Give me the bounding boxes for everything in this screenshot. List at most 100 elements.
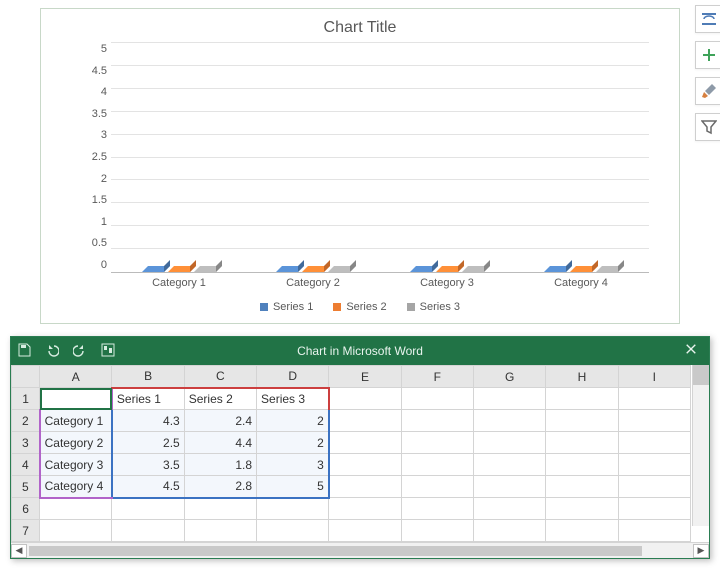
row-header[interactable]: 5 <box>12 476 40 498</box>
vertical-scrollbar[interactable] <box>692 365 709 526</box>
cell[interactable] <box>401 476 473 498</box>
cell[interactable] <box>618 410 690 432</box>
cell[interactable] <box>329 432 401 454</box>
cell[interactable]: 2 <box>257 410 329 432</box>
cell[interactable] <box>329 454 401 476</box>
cell[interactable]: 2.8 <box>184 476 256 498</box>
cell[interactable] <box>329 388 401 410</box>
cell[interactable] <box>40 520 112 542</box>
cell[interactable]: 3.5 <box>112 454 184 476</box>
cell[interactable] <box>401 410 473 432</box>
horizontal-scrollbar[interactable]: ◀ ▶ <box>11 542 709 558</box>
cell[interactable] <box>329 410 401 432</box>
legend-item[interactable]: Series 2 <box>333 301 386 313</box>
cell[interactable] <box>546 388 618 410</box>
column-header[interactable]: H <box>546 366 618 388</box>
cell[interactable]: Category 3 <box>40 454 112 476</box>
cell[interactable]: Series 3 <box>257 388 329 410</box>
chart-styles-button[interactable] <box>695 77 720 105</box>
cell[interactable] <box>546 498 618 520</box>
cell[interactable] <box>329 498 401 520</box>
undo-icon[interactable] <box>45 343 59 360</box>
cell[interactable] <box>40 498 112 520</box>
cell[interactable] <box>473 476 545 498</box>
cell[interactable] <box>546 454 618 476</box>
cell[interactable] <box>401 520 473 542</box>
close-button[interactable] <box>679 342 703 360</box>
cell[interactable] <box>618 388 690 410</box>
column-header[interactable]: I <box>618 366 690 388</box>
column-header[interactable]: F <box>401 366 473 388</box>
cell[interactable] <box>546 432 618 454</box>
cell[interactable] <box>618 432 690 454</box>
cell[interactable] <box>184 520 256 542</box>
cell[interactable] <box>618 498 690 520</box>
column-header[interactable]: B <box>112 366 184 388</box>
cell[interactable] <box>329 476 401 498</box>
chart-elements-button[interactable] <box>695 41 720 69</box>
cell[interactable]: 1.8 <box>184 454 256 476</box>
cell[interactable]: 4.4 <box>184 432 256 454</box>
legend-item[interactable]: Series 1 <box>260 301 313 313</box>
row-header[interactable]: 4 <box>12 454 40 476</box>
cell[interactable]: 2.4 <box>184 410 256 432</box>
cell[interactable] <box>329 520 401 542</box>
cell[interactable] <box>618 454 690 476</box>
column-header[interactable]: A <box>40 366 112 388</box>
column-header[interactable]: C <box>184 366 256 388</box>
legend-item[interactable]: Series 3 <box>407 301 460 313</box>
cell[interactable] <box>257 520 329 542</box>
cell[interactable] <box>112 498 184 520</box>
column-header[interactable]: D <box>257 366 329 388</box>
cell[interactable]: Category 4 <box>40 476 112 498</box>
cell[interactable] <box>473 388 545 410</box>
cell[interactable]: 2 <box>257 432 329 454</box>
column-header[interactable]: E <box>329 366 401 388</box>
cell[interactable] <box>401 454 473 476</box>
layout-options-button[interactable] <box>695 5 720 33</box>
cell[interactable]: Series 1 <box>112 388 184 410</box>
cell[interactable] <box>546 410 618 432</box>
scroll-left-button[interactable]: ◀ <box>11 544 27 558</box>
row-header[interactable]: 1 <box>12 388 40 410</box>
chart-title[interactable]: Chart Title <box>41 19 679 37</box>
column-header[interactable]: G <box>473 366 545 388</box>
cell[interactable] <box>473 410 545 432</box>
row-header[interactable]: 6 <box>12 498 40 520</box>
row-header[interactable]: 7 <box>12 520 40 542</box>
cell[interactable] <box>184 498 256 520</box>
cell[interactable]: 2.5 <box>112 432 184 454</box>
redo-icon[interactable] <box>73 343 87 360</box>
cell[interactable] <box>618 520 690 542</box>
spreadsheet-grid[interactable]: ABCDEFGHI1Series 1Series 2Series 32Categ… <box>11 365 691 542</box>
save-icon[interactable] <box>17 343 31 360</box>
cell[interactable]: 3 <box>257 454 329 476</box>
cell[interactable] <box>546 520 618 542</box>
cell[interactable] <box>40 388 112 410</box>
cell[interactable] <box>546 476 618 498</box>
cell[interactable]: 4.3 <box>112 410 184 432</box>
row-header[interactable]: 3 <box>12 432 40 454</box>
edit-data-icon[interactable] <box>101 343 115 360</box>
cell[interactable] <box>473 520 545 542</box>
cell[interactable] <box>473 498 545 520</box>
chart-filters-button[interactable] <box>695 113 720 141</box>
cell[interactable]: Series 2 <box>184 388 256 410</box>
cell[interactable]: 4.5 <box>112 476 184 498</box>
cell[interactable] <box>401 498 473 520</box>
select-all-cell[interactable] <box>12 366 40 388</box>
cell[interactable] <box>618 476 690 498</box>
titlebar[interactable]: Chart in Microsoft Word <box>11 337 709 365</box>
cell[interactable] <box>401 388 473 410</box>
chart-container[interactable]: Chart Title 00.511.522.533.544.55 Catego… <box>40 8 680 324</box>
cell[interactable] <box>401 432 473 454</box>
cell[interactable]: 5 <box>257 476 329 498</box>
scroll-right-button[interactable]: ▶ <box>693 544 709 558</box>
row-header[interactable]: 2 <box>12 410 40 432</box>
cell[interactable] <box>473 454 545 476</box>
cell[interactable] <box>112 520 184 542</box>
cell[interactable]: Category 2 <box>40 432 112 454</box>
cell[interactable] <box>473 432 545 454</box>
cell[interactable] <box>257 498 329 520</box>
cell[interactable]: Category 1 <box>40 410 112 432</box>
